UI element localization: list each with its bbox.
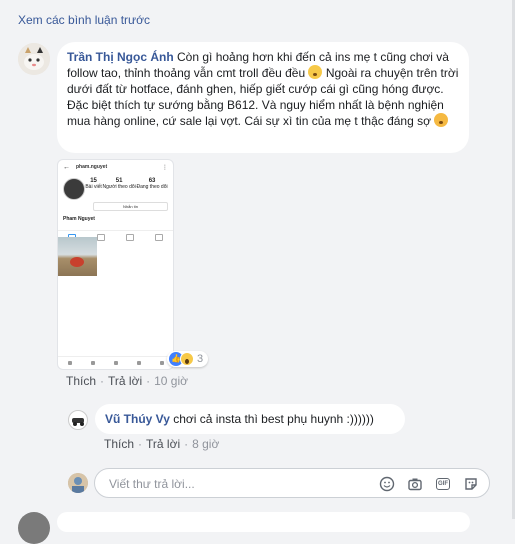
add-icon	[113, 361, 118, 365]
avatar-cat-icon	[18, 43, 50, 75]
heart-icon	[136, 361, 141, 365]
reply-bubble: Vũ Thúy Vy chơi cả insta thì best phụ hu…	[95, 404, 405, 434]
screenshot-username: pham.nguyet	[76, 164, 108, 170]
reply-link[interactable]: Trả lời	[108, 374, 142, 388]
current-user-avatar	[68, 473, 88, 493]
screenshot-stats: 15 Bài viết 51 Người theo dõi 63 Đang theo …	[85, 178, 168, 200]
screenshot-topbar: ← pham.nguyet ⋮	[58, 160, 173, 174]
screenshot-profile-header: 15 Bài viết 51 Người theo dõi 63 Đang theo …	[58, 174, 173, 200]
menu-icon: ⋮	[162, 164, 168, 171]
search-icon	[90, 361, 95, 365]
list-tab-icon	[97, 234, 106, 241]
gif-icon[interactable]: GIF	[436, 478, 450, 490]
comment-timestamp[interactable]: 10 giờ	[154, 374, 188, 388]
comment-actions: Thích · Trả lời · 10 giờ	[66, 374, 188, 388]
next-comment-avatar[interactable]	[18, 512, 50, 544]
reply-like-link[interactable]: Thích	[104, 437, 134, 451]
user-photo-icon	[68, 473, 88, 493]
profile-icon	[159, 361, 164, 365]
reply-author[interactable]: Vũ Thúy Vy	[105, 412, 170, 426]
screenshot-display-name: Pham Nguyet	[63, 216, 95, 222]
avatar-car-icon	[72, 418, 84, 426]
screenshot-post-photo	[58, 237, 97, 276]
tagged-tab-icon	[125, 234, 134, 241]
comment-bubble: Trần Thị Ngọc Ánh Còn gì hoảng hơn khi đ…	[57, 42, 469, 153]
crying-face-emoji-icon	[434, 113, 449, 127]
view-previous-comments-link[interactable]: Xem các bình luận trước	[18, 13, 150, 27]
screenshot-message-button: Nhắn tin	[93, 202, 168, 211]
comment-author[interactable]: Trần Thị Ngọc Ánh	[67, 50, 174, 64]
screenshot-profile-picture	[63, 178, 85, 200]
sticker-icon[interactable]	[463, 476, 479, 492]
reply-input-box[interactable]: GIF	[94, 468, 490, 498]
saved-tab-icon	[154, 234, 163, 241]
stat-following: 63 Đang theo dõi	[136, 178, 168, 190]
reply-timestamp[interactable]: 8 giờ	[192, 437, 219, 451]
reaction-count: 3	[197, 353, 204, 365]
reply-input[interactable]	[107, 475, 371, 493]
stat-posts: 15 Bài viết	[85, 178, 102, 190]
wow-icon	[180, 352, 194, 366]
next-comment-bubble	[57, 512, 470, 532]
attached-screenshot[interactable]: ← pham.nguyet ⋮ 15 Bài viết 51 Người theo …	[57, 159, 174, 370]
camera-icon[interactable]	[407, 476, 423, 492]
reaction-badge[interactable]: 👍 3	[167, 351, 209, 367]
grimacing-face-emoji-icon	[308, 65, 323, 79]
reply-reply-link[interactable]: Trả lời	[146, 437, 180, 451]
like-link[interactable]: Thích	[66, 374, 96, 388]
reply-actions: Thích · Trả lời · 8 giờ	[104, 437, 220, 451]
emoji-icon[interactable]	[379, 476, 395, 492]
home-icon	[67, 361, 72, 365]
screenshot-bottom-nav	[58, 356, 173, 369]
reply-author-avatar[interactable]	[68, 410, 88, 430]
reply-text: chơi cả insta thì best phụ huynh :))))))	[169, 412, 374, 426]
back-arrow-icon: ←	[63, 163, 70, 171]
stat-followers: 51 Người theo dõi	[102, 178, 136, 190]
commenter-avatar[interactable]	[18, 43, 50, 75]
